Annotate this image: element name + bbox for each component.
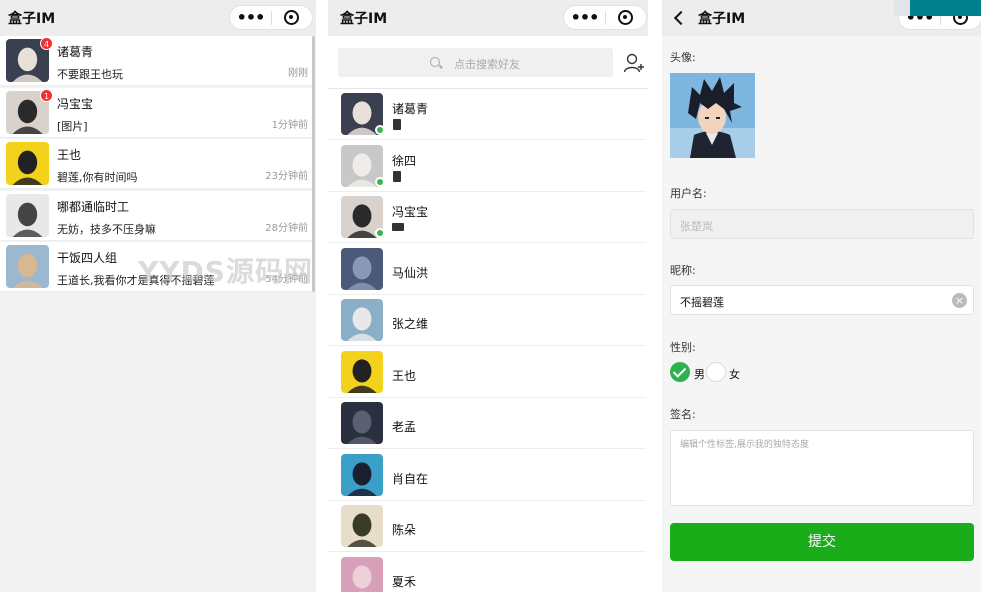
phone-icon — [393, 119, 401, 130]
contact-list-item[interactable]: 肖自在 — [328, 449, 646, 501]
phone-icon — [393, 170, 401, 182]
profile-panel: 盒子IM ••• 头像: 用户名: 张楚岚 昵称: 不摇碧莲 × 性别: 男 女… — [662, 0, 981, 592]
signature-textarea[interactable]: 编辑个性标签,展示我的独特态度 — [670, 430, 974, 506]
overlay-corner — [894, 0, 910, 16]
online-status-icon — [375, 176, 385, 187]
contact-name: 徐四 — [392, 153, 417, 168]
avatar — [341, 453, 383, 496]
chat-list-panel: 盒子IM ••• 4 诸葛青不要跟王也玩 刚刚 1 冯宝宝 [图片] 1分钟前王也碧莲,你有… — [0, 0, 316, 592]
gender-female-radio[interactable] — [706, 362, 726, 382]
online-status-icon — [375, 125, 385, 135]
computer-icon — [392, 223, 404, 231]
username-value: 张楚岚 — [680, 220, 713, 233]
avatar-label: 头像: — [670, 51, 696, 64]
avatar — [6, 245, 49, 288]
gender-male-label: 男 — [694, 368, 705, 381]
search-input[interactable]: 点击搜索好友 — [338, 48, 613, 77]
avatar — [6, 193, 49, 237]
contact-name: 陈朵 — [392, 523, 417, 537]
unread-badge: 4 — [40, 37, 53, 50]
chat-list-item[interactable]: 王也碧莲,你有时间吗 23分钟前 — [0, 139, 312, 189]
watermark: YYDS源码网 — [138, 255, 313, 288]
submit-button[interactable]: 提交 — [670, 523, 974, 561]
search-placeholder: 点击搜索好友 — [454, 58, 520, 71]
contact-name: 马仙洪 — [392, 265, 429, 280]
chat-time: 1分钟前 — [271, 119, 308, 131]
chat-last-message: 不要跟王也玩 — [57, 68, 123, 81]
chat-time: 23分钟前 — [265, 171, 308, 182]
chat-list-item[interactable]: 1 冯宝宝 [图片] 1分钟前 — [0, 87, 312, 138]
unread-badge: 1 — [40, 88, 53, 102]
page-title: 盒子IM — [340, 11, 388, 27]
page-title: 盒子IM — [698, 11, 746, 27]
avatar — [6, 142, 49, 185]
signature-label: 签名: — [670, 408, 696, 421]
contact-list-item[interactable]: 王也 — [328, 346, 646, 398]
more-menu-icon[interactable]: ••• — [564, 9, 605, 26]
online-status-icon — [375, 228, 385, 238]
chat-last-message: [图片] — [57, 119, 88, 133]
contact-name: 老孟 — [392, 420, 417, 434]
contact-list-item[interactable]: 冯宝宝 — [328, 192, 646, 243]
chat-name: 诸葛青 — [57, 45, 94, 59]
gender-male-radio[interactable] — [670, 362, 690, 382]
contact-list-item[interactable]: 徐四 — [328, 140, 646, 192]
username-label: 用户名: — [670, 187, 707, 200]
contact-name: 肖自在 — [392, 471, 429, 486]
profile-avatar[interactable] — [670, 73, 755, 158]
contact-name: 夏禾 — [392, 574, 417, 589]
avatar — [341, 247, 383, 290]
mini-program-capsule: ••• — [229, 5, 313, 30]
contact-list-item[interactable]: 夏禾 — [328, 552, 646, 592]
avatar — [341, 402, 383, 444]
avatar — [341, 556, 383, 592]
chat-time: 28分钟前 — [265, 222, 308, 234]
overlay-corner — [910, 0, 981, 16]
contact-name: 王也 — [392, 368, 417, 383]
contact-list-item[interactable]: 马仙洪 — [328, 243, 646, 295]
chat-list-item[interactable]: 哪都通临时工无妨，技多不压身嘛 28分钟前 — [0, 190, 312, 241]
gender-female-label: 女 — [729, 368, 740, 381]
chat-last-message: 无妨，技多不压身嘛 — [57, 222, 156, 236]
contact-list-item[interactable]: 陈朵 — [328, 501, 646, 552]
close-program-icon[interactable] — [606, 10, 646, 25]
signature-placeholder: 编辑个性标签,展示我的独特态度 — [680, 440, 809, 450]
nickname-field[interactable]: 不摇碧莲 × — [670, 285, 974, 315]
contact-name: 冯宝宝 — [392, 205, 429, 219]
contact-list-item[interactable]: 张之维 — [328, 295, 646, 346]
contact-name: 张之维 — [392, 317, 429, 331]
avatar — [341, 350, 383, 393]
contact-list-item[interactable]: 老孟 — [328, 398, 646, 449]
contact-list-item[interactable]: 诸葛青 — [328, 89, 646, 140]
back-icon[interactable] — [673, 10, 689, 26]
chat-name: 干饭四人组 — [57, 251, 118, 265]
more-menu-icon[interactable]: ••• — [230, 9, 271, 26]
contact-name: 诸葛青 — [392, 102, 429, 116]
add-friend-icon[interactable] — [623, 52, 645, 74]
close-program-icon[interactable] — [272, 10, 312, 25]
chat-list-item[interactable]: 4 诸葛青不要跟王也玩 刚刚 — [0, 36, 312, 86]
mini-program-capsule: ••• — [563, 5, 647, 30]
chat-name: 冯宝宝 — [57, 96, 94, 111]
username-field: 张楚岚 — [670, 209, 974, 239]
clear-icon[interactable]: × — [952, 293, 967, 308]
avatar — [341, 505, 383, 547]
chat-time: 刚刚 — [288, 68, 308, 79]
search-icon — [430, 57, 440, 67]
page-title: 盒子IM — [8, 11, 56, 27]
contacts-panel: 盒子IM ••• 点击搜索好友 诸葛青徐四冯宝宝马仙洪张之维王也老孟肖自在陈朵夏… — [328, 0, 648, 592]
nickname-label: 昵称: — [670, 264, 696, 277]
chat-last-message: 碧莲,你有时间吗 — [57, 171, 138, 184]
nickname-value: 不摇碧莲 — [680, 296, 724, 309]
chat-name: 哪都通临时工 — [57, 199, 130, 214]
chat-name: 王也 — [57, 148, 82, 162]
navbar: 盒子IM ••• — [328, 0, 648, 36]
avatar — [341, 299, 383, 341]
navbar: 盒子IM ••• — [662, 0, 981, 36]
gender-label: 性别: — [670, 341, 696, 354]
navbar: 盒子IM ••• — [0, 0, 316, 36]
